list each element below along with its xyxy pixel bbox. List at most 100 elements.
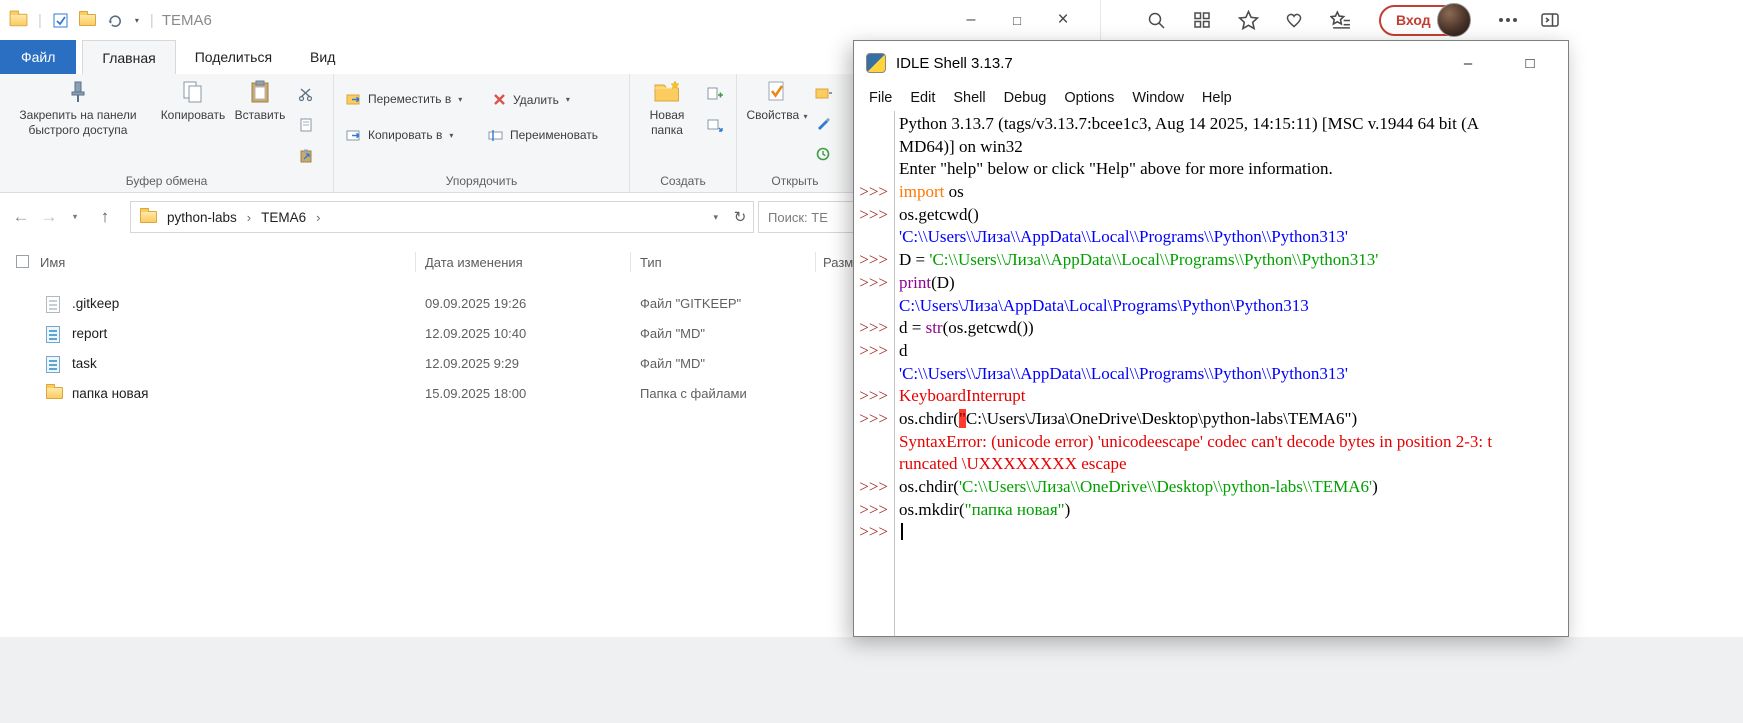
tab-share[interactable]: Поделиться [176, 40, 291, 74]
signin-button[interactable]: Вход [1379, 5, 1469, 36]
menu-edit[interactable]: Edit [901, 90, 944, 106]
more-options-icon[interactable] [1493, 9, 1515, 31]
folder-icon [46, 387, 63, 399]
menu-debug[interactable]: Debug [995, 90, 1056, 106]
prompt: >>> [854, 499, 894, 522]
column-header-name[interactable]: Имя [40, 255, 65, 270]
breadcrumb-item-tema6[interactable]: ТЕМА6 [261, 210, 306, 225]
new-folder-button[interactable]: Новая папка [634, 79, 700, 138]
menu-file[interactable]: File [860, 90, 901, 106]
edit-icon[interactable] [815, 115, 833, 136]
move-to-button[interactable]: Переместить в ▾ [346, 92, 462, 106]
apps-grid-icon[interactable] [1191, 9, 1213, 31]
breadcrumb-separator-icon[interactable]: › [247, 210, 251, 225]
quick-access-toolbar: | ▾ | [0, 12, 154, 29]
console-line-text: Enter "help" below or click "Help" above… [894, 158, 1568, 181]
idle-window-controls: – □ [1458, 41, 1540, 85]
cut-icon[interactable] [298, 86, 314, 107]
pin-icon [65, 79, 91, 105]
menu-help[interactable]: Help [1193, 90, 1241, 106]
app-folder-icon [10, 14, 28, 27]
search-text: Поиск: ТЕ [768, 210, 828, 225]
pin-to-quick-access-button[interactable]: Закрепить на панели быстрого доступа [2, 79, 154, 138]
copy-button-label: Копировать [161, 108, 226, 123]
minimize-button[interactable]: – [1458, 55, 1478, 72]
history-icon[interactable] [815, 146, 833, 167]
maximize-button[interactable]: □ [1520, 55, 1540, 72]
md-icon [46, 356, 60, 373]
rename-button[interactable]: Переименовать [488, 128, 598, 142]
code-segment: os.chdir( [899, 477, 959, 496]
copy-path-icon[interactable] [298, 117, 314, 138]
console-line: Enter "help" below or click "Help" above… [854, 158, 1568, 181]
column-separator[interactable] [415, 252, 416, 272]
easy-access-icon[interactable] [706, 117, 724, 138]
prompt [854, 113, 894, 136]
redo-icon[interactable] [107, 12, 123, 28]
console-line-text: os.chdir('C:\\Users\\Лиза\\OneDrive\\Des… [894, 476, 1568, 499]
group-label-clipboard: Буфер обмена [0, 174, 333, 188]
favorites-star-icon[interactable] [1237, 9, 1259, 31]
paste-button[interactable]: Вставить [230, 79, 290, 123]
console-line: C:\Users\Лиза\AppData\Local\Programs\Pyt… [854, 295, 1568, 318]
properties-checkbox-icon[interactable] [53, 13, 68, 28]
console-line: SyntaxError: (unicode error) 'unicodeesc… [854, 431, 1568, 454]
copy-to-button[interactable]: Копировать в ▾ [346, 128, 453, 142]
column-header-date[interactable]: Дата изменения [425, 255, 523, 270]
tab-view-label: Вид [310, 49, 335, 65]
console-line: runcated \UXXXXXXXX escape [854, 453, 1568, 476]
forward-button[interactable]: → [36, 207, 62, 227]
paste-shortcut-icon[interactable] [298, 148, 314, 169]
breadcrumb-separator-icon[interactable]: › [316, 210, 320, 225]
back-button[interactable]: ← [8, 207, 34, 227]
console-line: >>>os.chdir('C:\\Users\\Лиза\\OneDrive\\… [854, 476, 1568, 499]
location-folder-icon [140, 211, 157, 223]
new-folder-quick-icon[interactable] [79, 14, 96, 26]
python-shell-console[interactable]: Python 3.13.7 (tags/v3.13.7:bcee1c3, Aug… [854, 111, 1568, 636]
search-icon[interactable] [1145, 9, 1167, 31]
refresh-button[interactable]: ↻ [727, 201, 754, 233]
menu-window[interactable]: Window [1123, 90, 1193, 106]
console-line: >>>import os [854, 181, 1568, 204]
code-segment: ) [1065, 500, 1071, 519]
properties-button[interactable]: Свойства ▾ [745, 79, 809, 123]
tab-view[interactable]: Вид [291, 40, 354, 74]
file-name: .gitkeep [72, 296, 119, 311]
tab-home[interactable]: Главная [82, 40, 175, 74]
avatar[interactable] [1437, 3, 1471, 37]
file-icon [46, 296, 60, 313]
console-line-text: d [894, 340, 1568, 363]
minimize-button[interactable]: – [948, 0, 994, 40]
favorites-list-icon[interactable] [1329, 9, 1351, 31]
tab-file[interactable]: Файл [0, 40, 76, 74]
maximize-button[interactable]: □ [994, 0, 1040, 40]
select-all-checkbox[interactable] [16, 255, 29, 268]
console-line-text: SyntaxError: (unicode error) 'unicodeesc… [894, 431, 1568, 454]
recent-locations-caret-icon[interactable]: ▾ [62, 212, 88, 223]
console-line: >>>os.mkdir("папка новая") [854, 499, 1568, 522]
sidebar-toggle-icon[interactable] [1539, 9, 1561, 31]
file-type: Файл "GITKEEP" [640, 296, 741, 311]
open-icon[interactable] [815, 86, 833, 105]
qat-customize-caret-icon[interactable]: ▾ [135, 16, 139, 25]
delete-label: Удалить [513, 93, 559, 107]
copy-button[interactable]: Копировать [156, 79, 230, 123]
delete-button[interactable]: Удалить ▾ [492, 92, 570, 107]
prompt: >>> [854, 385, 894, 408]
column-header-size[interactable]: Разм [823, 255, 853, 270]
breadcrumb[interactable]: python-labs › ТЕМА6 › ▾ [130, 201, 728, 233]
up-button[interactable]: ↑ [92, 207, 118, 227]
menu-shell[interactable]: Shell [944, 90, 994, 106]
column-header-type[interactable]: Тип [640, 255, 662, 270]
menu-options[interactable]: Options [1055, 90, 1123, 106]
text-cursor [901, 523, 903, 540]
column-separator[interactable] [815, 252, 816, 272]
console-line: >>>d [854, 340, 1568, 363]
address-dropdown-caret-icon[interactable]: ▾ [713, 212, 718, 223]
new-item-icon[interactable] [706, 86, 724, 107]
close-button[interactable]: × [1040, 0, 1086, 40]
properties-label: Свойства [746, 108, 799, 122]
column-separator[interactable] [630, 252, 631, 272]
breadcrumb-item-python-labs[interactable]: python-labs [167, 210, 237, 225]
browser-essentials-icon[interactable] [1283, 9, 1305, 31]
